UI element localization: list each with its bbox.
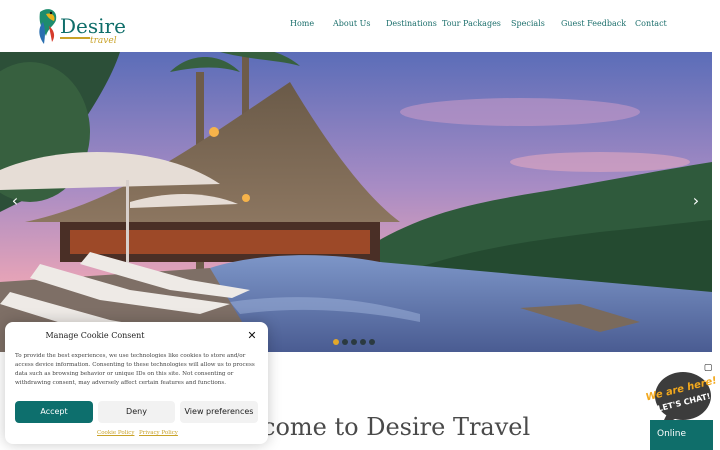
hero-slider[interactable]: ‹ › (0, 52, 712, 352)
brand-underline (60, 37, 90, 39)
slider-next-button[interactable]: › (688, 192, 704, 210)
cookie-deny-button[interactable]: Deny (98, 401, 175, 423)
slider-dot[interactable] (333, 339, 339, 345)
slider-prev-button[interactable]: ‹ (7, 192, 23, 210)
cookie-consent-dialog: Manage Cookie Consent ✕ To provide the b… (5, 322, 268, 444)
cookie-preferences-button[interactable]: View preferences (180, 401, 258, 423)
welcome-heading: come to Desire Travel (262, 413, 531, 441)
cookie-accept-button[interactable]: Accept (15, 401, 93, 423)
main-nav: Home About Us Destinations Tour Packages… (0, 19, 720, 33)
cookie-description: To provide the best experiences, we use … (15, 353, 255, 386)
site-header: Desire travel Home About Us Destinations… (0, 0, 720, 52)
nav-about-us[interactable]: About Us (333, 19, 370, 28)
nav-contact[interactable]: Contact (635, 19, 667, 28)
nav-specials[interactable]: Specials (511, 19, 545, 28)
nav-guest-feedback[interactable]: Guest Feedback (561, 19, 626, 28)
hero-resort-image (0, 52, 712, 352)
slider-dot[interactable] (351, 339, 357, 345)
cookie-policy-link[interactable]: Cookie Policy (97, 430, 134, 436)
nav-destinations[interactable]: Destinations (386, 19, 437, 28)
chat-status-bar[interactable]: Online (650, 420, 713, 450)
slider-dot[interactable] (342, 339, 348, 345)
cookie-links: Cookie Policy Privacy Policy (5, 430, 268, 440)
chevron-right-icon: › (692, 191, 700, 210)
slider-pagination (333, 339, 383, 345)
close-icon: ✕ (247, 329, 257, 342)
chevron-left-icon: ‹ (11, 191, 19, 210)
cookie-close-button[interactable]: ✕ (245, 329, 259, 343)
slider-dot[interactable] (369, 339, 375, 345)
brand-sub: travel (90, 36, 117, 46)
cookie-title: Manage Cookie Consent (45, 331, 145, 340)
nav-tour-packages[interactable]: Tour Packages (442, 19, 501, 28)
slider-dot[interactable] (360, 339, 366, 345)
nav-home[interactable]: Home (290, 19, 314, 28)
privacy-policy-link[interactable]: Privacy Policy (139, 430, 178, 436)
